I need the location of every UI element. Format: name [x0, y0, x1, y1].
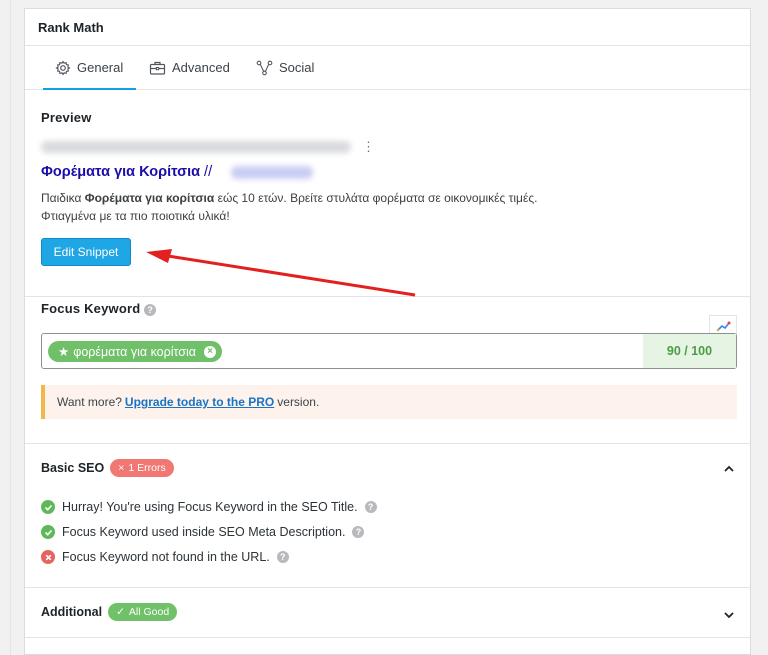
annotation-arrow: [146, 249, 416, 297]
